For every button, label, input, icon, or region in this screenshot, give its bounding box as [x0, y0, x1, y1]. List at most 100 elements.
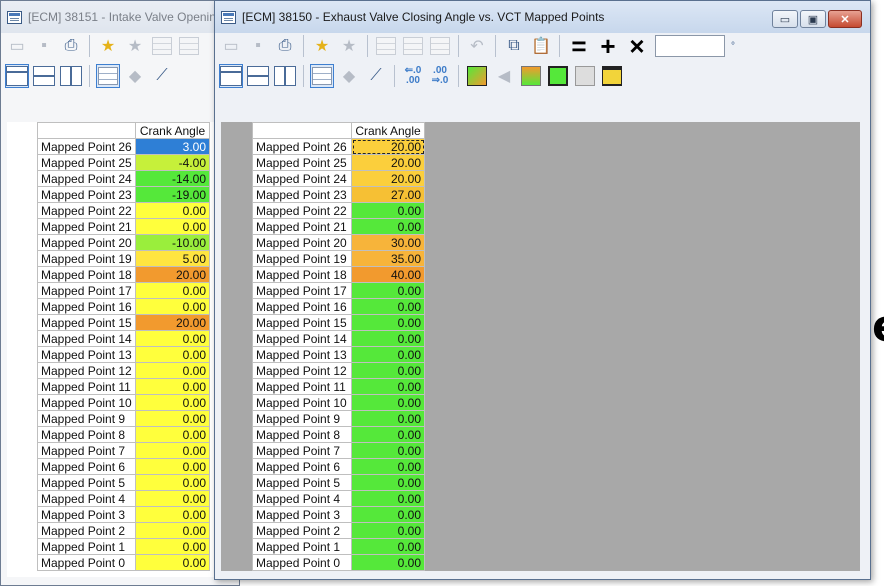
table-view-icon[interactable]	[96, 64, 120, 88]
table-row[interactable]: Mapped Point 16 0.00	[37, 298, 210, 315]
table-row[interactable]: Mapped Point 1 0.00	[37, 538, 210, 555]
value-cell[interactable]: 0.00	[135, 474, 210, 491]
print-icon[interactable]: ⎙	[273, 34, 297, 58]
value-cell[interactable]: -10.00	[135, 234, 210, 251]
table-row[interactable]: Mapped Point 8 0.00	[37, 426, 210, 443]
row-label[interactable]: Mapped Point 15	[37, 314, 136, 331]
row-label[interactable]: Mapped Point 22	[252, 202, 352, 219]
value-cell[interactable]: 20.00	[351, 154, 425, 171]
intake-window-titlebar[interactable]: [ECM] 38151 - Intake Valve Opening	[1, 1, 239, 33]
value-cell[interactable]: 0.00	[135, 330, 210, 347]
table-row[interactable]: Mapped Point 14 0.00	[252, 330, 425, 347]
row-label[interactable]: Mapped Point 23	[252, 186, 352, 203]
row-label[interactable]: Mapped Point 14	[252, 330, 352, 347]
table-row[interactable]: Mapped Point 16 0.00	[252, 298, 425, 315]
table-row[interactable]: Mapped Point 6 0.00	[37, 458, 210, 475]
table-row[interactable]: Mapped Point 9 0.00	[37, 410, 210, 427]
row-label[interactable]: Mapped Point 16	[37, 298, 136, 315]
value-cell[interactable]: 0.00	[135, 202, 210, 219]
multiply-value-button[interactable]: ×	[624, 31, 650, 61]
row-label[interactable]: Mapped Point 21	[252, 218, 352, 235]
table-row[interactable]: Mapped Point 2 0.00	[37, 522, 210, 539]
value-cell[interactable]: 0.00	[351, 218, 425, 235]
row-label[interactable]: Mapped Point 0	[37, 554, 136, 571]
row-label[interactable]: Mapped Point 4	[37, 490, 136, 507]
row-label[interactable]: Mapped Point 11	[37, 378, 136, 395]
value-cell[interactable]: 0.00	[351, 442, 425, 459]
value-cell[interactable]: 0.00	[351, 426, 425, 443]
row-label[interactable]: Mapped Point 9	[37, 410, 136, 427]
table-row[interactable]: Mapped Point 14 0.00	[37, 330, 210, 347]
value-cell[interactable]: 27.00	[351, 186, 425, 203]
row-label[interactable]: Mapped Point 1	[252, 538, 352, 555]
table-row[interactable]: Mapped Point 22 0.00	[37, 202, 210, 219]
row-label[interactable]: Mapped Point 5	[252, 474, 352, 491]
row-label[interactable]: Mapped Point 23	[37, 186, 136, 203]
value-cell[interactable]: 0.00	[135, 410, 210, 427]
row-label[interactable]: Mapped Point 15	[252, 314, 352, 331]
table-view-icon[interactable]	[310, 64, 334, 88]
value-cell[interactable]: 0.00	[351, 378, 425, 395]
open-folder-icon[interactable]: ▭	[219, 34, 243, 58]
value-cell[interactable]: 0.00	[135, 426, 210, 443]
value-cell[interactable]: 0.00	[351, 362, 425, 379]
graph-view-icon[interactable]: ⟋	[364, 64, 388, 88]
table-row[interactable]: Mapped Point 12 0.00	[252, 362, 425, 379]
layout-single-icon[interactable]	[219, 64, 243, 88]
layout-vertical-icon[interactable]	[273, 64, 297, 88]
value-cell[interactable]: 0.00	[135, 538, 210, 555]
column-header[interactable]: Crank Angle	[135, 122, 210, 139]
horizontal-interpolate-icon[interactable]	[600, 64, 624, 88]
minimize-button[interactable]: ▭	[772, 10, 798, 28]
row-label[interactable]: Mapped Point 2	[37, 522, 136, 539]
save-icon[interactable]: ▪	[32, 34, 56, 58]
3d-view-icon[interactable]: ◆	[337, 64, 361, 88]
row-label[interactable]: Mapped Point 6	[37, 458, 136, 475]
value-cell[interactable]: -19.00	[135, 186, 210, 203]
row-label[interactable]: Mapped Point 25	[37, 154, 136, 171]
value-cell[interactable]: 0.00	[135, 218, 210, 235]
add-favorite-icon[interactable]: ★	[310, 34, 334, 58]
row-label[interactable]: Mapped Point 21	[37, 218, 136, 235]
row-label[interactable]: Mapped Point 13	[252, 346, 352, 363]
add-favorite-icon[interactable]: ★	[96, 34, 120, 58]
copy-icon[interactable]: ⧉	[502, 34, 526, 58]
set-value-button[interactable]: =	[566, 31, 592, 61]
table-row[interactable]: Mapped Point 2 0.00	[252, 522, 425, 539]
table-row[interactable]: Mapped Point 5 0.00	[37, 474, 210, 491]
table-row[interactable]: Mapped Point 23 27.00	[252, 186, 425, 203]
row-label[interactable]: Mapped Point 12	[252, 362, 352, 379]
value-cell[interactable]: 0.00	[135, 490, 210, 507]
open-folder-icon[interactable]: ▭	[5, 34, 29, 58]
table-row[interactable]: Mapped Point 11 0.00	[37, 378, 210, 395]
table-row[interactable]: Mapped Point 15 0.00	[252, 314, 425, 331]
value-cell[interactable]: 0.00	[351, 554, 425, 571]
table-row[interactable]: Mapped Point 22 0.00	[252, 202, 425, 219]
table-row[interactable]: Mapped Point 3 0.00	[252, 506, 425, 523]
row-label[interactable]: Mapped Point 16	[252, 298, 352, 315]
table-row[interactable]: Mapped Point 18 20.00	[37, 266, 210, 283]
value-cell[interactable]: 0.00	[351, 346, 425, 363]
table-row[interactable]: Mapped Point 21 0.00	[252, 218, 425, 235]
value-cell[interactable]: 0.00	[135, 282, 210, 299]
row-label[interactable]: Mapped Point 12	[37, 362, 136, 379]
table-row[interactable]: Mapped Point 11 0.00	[252, 378, 425, 395]
value-cell[interactable]: 0.00	[351, 298, 425, 315]
value-cell[interactable]: 0.00	[351, 474, 425, 491]
table-row[interactable]: Mapped Point 4 0.00	[252, 490, 425, 507]
row-label[interactable]: Mapped Point 24	[37, 170, 136, 187]
value-cell[interactable]: 0.00	[351, 202, 425, 219]
layout-horizontal-icon[interactable]	[246, 64, 270, 88]
table-row[interactable]: Mapped Point 19 35.00	[252, 250, 425, 267]
table-row[interactable]: Mapped Point 6 0.00	[252, 458, 425, 475]
row-label[interactable]: Mapped Point 14	[37, 330, 136, 347]
value-cell[interactable]: 30.00	[351, 234, 425, 251]
row-label[interactable]: Mapped Point 3	[37, 506, 136, 523]
table-row[interactable]: Mapped Point 18 40.00	[252, 266, 425, 283]
row-label[interactable]: Mapped Point 10	[37, 394, 136, 411]
column-header[interactable]: Crank Angle	[351, 122, 425, 139]
print-icon[interactable]: ⎙	[59, 34, 83, 58]
row-label[interactable]: Mapped Point 2	[252, 522, 352, 539]
table-row[interactable]: Mapped Point 10 0.00	[37, 394, 210, 411]
value-cell[interactable]: 0.00	[135, 394, 210, 411]
